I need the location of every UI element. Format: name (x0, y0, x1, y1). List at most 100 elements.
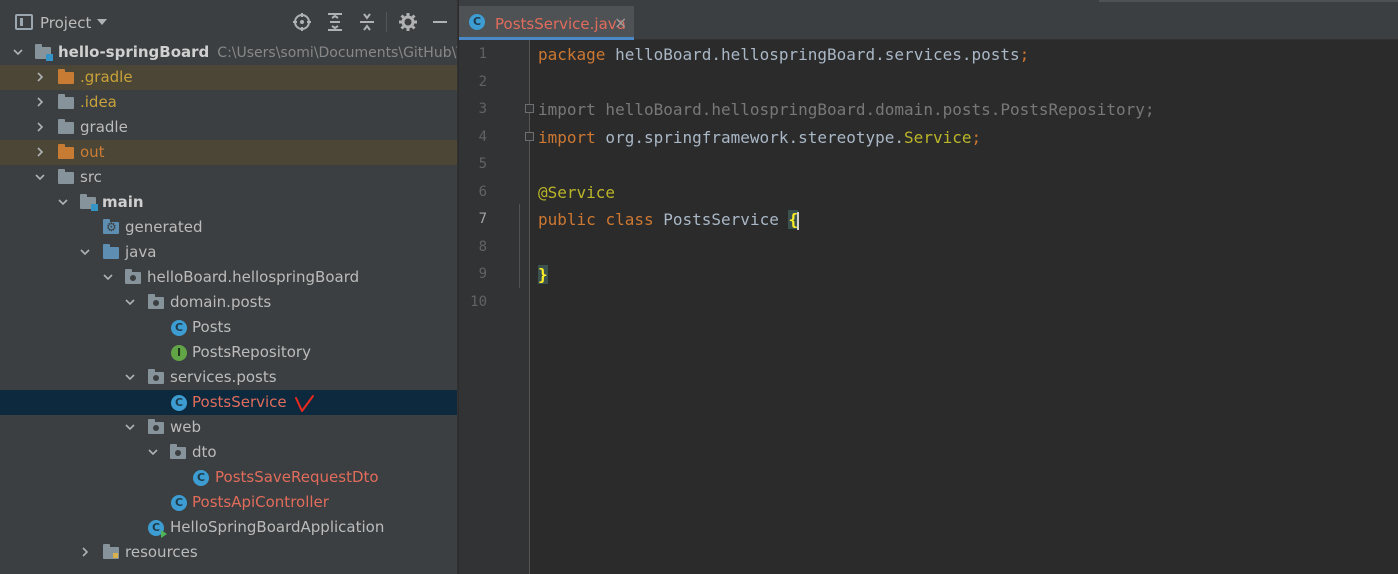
code-line-9[interactable]: } (538, 265, 548, 284)
project-path: C:\Users\somi\Documents\GitHub\T (217, 45, 458, 61)
line-number-gutter: 1 2 3 4 5 6 7 8 9 10 (459, 40, 534, 574)
tree-node-java[interactable]: java (0, 240, 457, 265)
tree-node-gradle-cache[interactable]: .gradle (0, 65, 457, 90)
project-view-selector[interactable]: Project (40, 14, 91, 32)
tree-node-posts-save-request-dto[interactable]: C PostsSaveRequestDto (0, 465, 457, 490)
tree-node-domain-posts[interactable]: domain.posts (0, 290, 457, 315)
tree-node-label: PostsRepository (192, 343, 311, 361)
chevron-right-icon[interactable] (35, 97, 45, 107)
line-number: 1 (478, 46, 487, 62)
source-folder-icon (103, 244, 119, 259)
tree-node-generated[interactable]: generated (0, 215, 457, 240)
tree-node-label: main (102, 193, 144, 211)
chevron-right-icon[interactable] (35, 147, 45, 157)
tree-node-label: .gradle (80, 68, 133, 86)
tree-node-posts-repository[interactable]: I PostsRepository (0, 340, 457, 365)
tree-node-web[interactable]: web (0, 415, 457, 440)
tree-node-posts[interactable]: C Posts (0, 315, 457, 340)
class-icon: C (171, 495, 187, 511)
hide-panel-icon[interactable] (430, 12, 450, 32)
interface-icon: I (171, 345, 187, 361)
excluded-folder-icon (58, 69, 74, 84)
header-divider (386, 12, 387, 32)
spring-app-class-icon: C (148, 520, 167, 538)
excluded-folder-icon (58, 144, 74, 159)
chevron-down-icon[interactable] (148, 447, 158, 457)
collapse-all-icon[interactable] (357, 12, 377, 32)
tree-node-hello-spring-board-application[interactable]: C HelloSpringBoardApplication (0, 515, 457, 540)
code-line-3[interactable]: import helloBoard.hellospringBoard.domai… (538, 100, 1155, 119)
code-keyword-unused: import (538, 100, 596, 119)
gear-icon[interactable] (398, 12, 418, 32)
code-punct: ; (1019, 45, 1030, 64)
code-keyword: package (538, 45, 606, 64)
code-brace-close: } (538, 265, 548, 284)
tree-node-main[interactable]: main (0, 190, 457, 215)
fold-marker-icon[interactable] (525, 104, 534, 113)
tab-bar-divider (1099, 0, 1398, 2)
tree-node-label: generated (125, 218, 203, 236)
package-icon (148, 294, 164, 309)
locate-file-icon[interactable] (292, 12, 312, 32)
tree-node-label: resources (125, 543, 198, 561)
chevron-down-icon[interactable] (103, 272, 113, 282)
chevron-down-icon[interactable] (58, 197, 68, 207)
code-editor[interactable]: 1 2 3 4 5 6 7 8 9 10 package helloBoard.… (459, 40, 1398, 574)
code-line-1[interactable]: package helloBoard.hellospringBoard.serv… (538, 45, 1029, 64)
chevron-down-icon[interactable] (80, 247, 90, 257)
project-tree[interactable]: hello-springBoard C:\Users\somi\Documents… (0, 40, 458, 565)
module-folder-icon (35, 44, 53, 61)
chevron-right-icon[interactable] (35, 122, 45, 132)
tree-node-gradle[interactable]: gradle (0, 115, 457, 140)
tree-node-label: java (125, 243, 157, 261)
tree-node-label: helloBoard.hellospringBoard (147, 268, 360, 286)
chevron-down-icon[interactable] (125, 372, 135, 382)
code-line-4[interactable]: import org.springframework.stereotype.Se… (538, 128, 981, 147)
class-icon: C (171, 320, 187, 336)
tree-node-idea[interactable]: .idea (0, 90, 457, 115)
tree-node-hello-springboard[interactable]: hello-springBoard C:\Users\somi\Documents… (0, 40, 458, 65)
line-number: 3 (478, 101, 487, 117)
chevron-right-icon[interactable] (35, 72, 45, 82)
tree-node-dto[interactable]: dto (0, 440, 457, 465)
tree-node-resources[interactable]: resources (0, 540, 457, 565)
code-line-6[interactable]: @Service (538, 183, 615, 202)
code-keyword: import (538, 128, 596, 147)
code-class-ref: Service (904, 128, 972, 147)
expand-all-icon[interactable] (325, 12, 345, 32)
chevron-down-icon[interactable] (125, 297, 135, 307)
chevron-right-icon[interactable] (80, 547, 90, 557)
tree-node-out[interactable]: out (0, 140, 457, 165)
tree-node-posts-service[interactable]: C PostsService (0, 390, 457, 415)
tree-node-root-package[interactable]: helloBoard.hellospringBoard (0, 265, 457, 290)
line-number: 10 (470, 294, 487, 310)
code-keyword: class (605, 210, 654, 229)
fold-range-indicator (519, 204, 520, 288)
code-text: org.springframework.stereotype. (595, 128, 905, 147)
close-icon[interactable]: × (614, 13, 627, 32)
tree-node-services-posts[interactable]: services.posts (0, 365, 457, 390)
project-panel-header: Project (0, 0, 457, 44)
chevron-down-icon[interactable] (35, 172, 45, 182)
chevron-down-icon[interactable] (125, 422, 135, 432)
resources-folder-icon (103, 544, 119, 559)
class-icon: C (193, 470, 209, 486)
module-folder-icon (80, 194, 98, 211)
text-cursor (797, 211, 800, 230)
code-line-7[interactable]: public class PostsService { (538, 210, 800, 230)
package-icon (170, 444, 186, 459)
red-check-annotation (295, 395, 314, 412)
tree-node-label: gradle (80, 118, 128, 136)
chevron-down-icon[interactable] (97, 19, 107, 25)
tree-node-label: out (80, 143, 105, 161)
package-icon (148, 369, 164, 384)
code-text-unused: helloBoard.hellospringBoard.domain.posts… (595, 100, 1155, 119)
tree-node-label: hello-springBoard (58, 43, 210, 61)
tab-posts-service-java[interactable]: C PostsService.java × (459, 6, 634, 40)
tree-node-src[interactable]: src (0, 165, 457, 190)
chevron-down-icon[interactable] (13, 47, 23, 57)
package-icon (125, 269, 141, 284)
tree-node-posts-api-controller[interactable]: C PostsApiController (0, 490, 457, 515)
tree-node-label: src (80, 168, 102, 186)
fold-marker-icon[interactable] (525, 132, 534, 141)
